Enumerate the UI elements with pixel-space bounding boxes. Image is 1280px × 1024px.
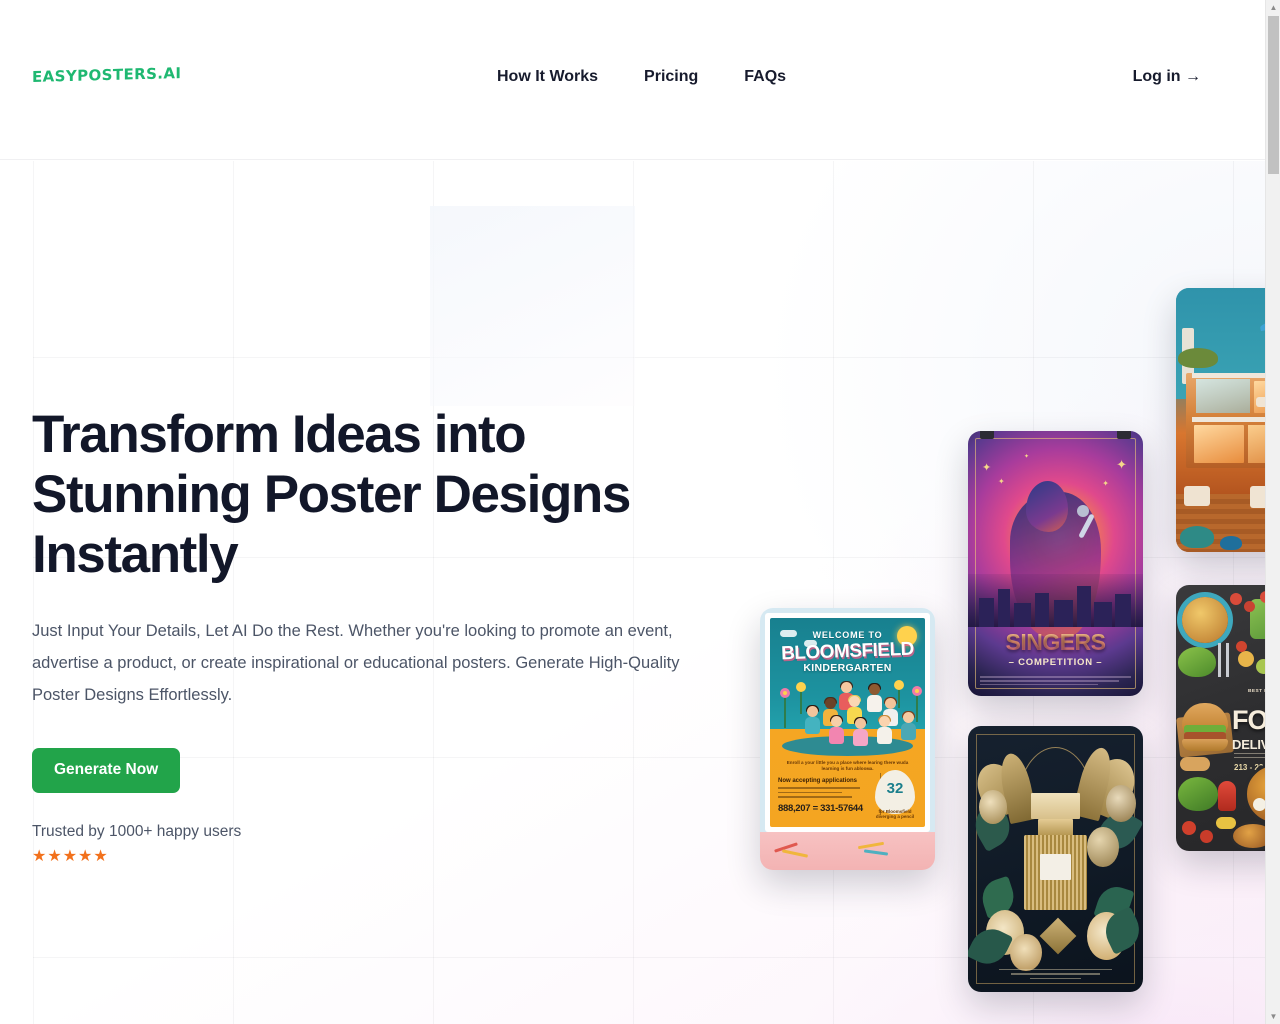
rating-stars: ★★★★★ <box>32 848 109 865</box>
star-icon: ✦ <box>1102 479 1109 488</box>
site-logo[interactable]: EASYPOSTERS.AI <box>32 64 181 86</box>
site-header: EASYPOSTERS.AI How It Works Pricing FAQs… <box>0 0 1265 160</box>
clip-icon <box>980 431 994 439</box>
kindergarten-phone: 888,207 = 331-57644 <box>778 803 863 814</box>
star-icon: ✦ <box>1116 457 1127 472</box>
luxury-property-poster[interactable]: LUXURY PRO <box>1176 288 1265 552</box>
page-title: Transform Ideas into Stunning Poster Des… <box>32 405 631 584</box>
nav-item-how-it-works[interactable]: How It Works <box>497 68 598 86</box>
kindergarten-badge-caption: for Bloomsfield diverging a pencil <box>875 809 915 819</box>
clip-icon <box>1117 431 1131 439</box>
kindergarten-children-illustration <box>778 678 922 753</box>
vertical-scrollbar[interactable]: ▲ ▼ <box>1265 0 1280 1024</box>
knife-icon <box>1226 643 1229 677</box>
kindergarten-badge: 32 <box>875 770 915 814</box>
perfume-fineprint <box>988 968 1123 982</box>
page-viewport: EASYPOSTERS.AI How It Works Pricing FAQs… <box>0 0 1265 1024</box>
paella-pan <box>1244 763 1265 825</box>
poster-artwork <box>968 726 1143 992</box>
ornament-sphere <box>1087 827 1119 867</box>
outdoor-sofa <box>1250 486 1265 508</box>
perfume-bottle-label <box>1039 853 1072 881</box>
login-link[interactable]: Log in → <box>1133 68 1201 86</box>
hero-content: Transform Ideas into Stunning Poster Des… <box>32 405 722 866</box>
singers-title: SINGERS <box>968 629 1143 656</box>
trust-text: Trusted by 1000+ happy users <box>32 823 242 840</box>
star-icon: ✦ <box>998 477 1005 486</box>
city-skyline <box>968 574 1143 628</box>
egg <box>1253 798 1265 811</box>
page-root: EASYPOSTERS.AI How It Works Pricing FAQs… <box>0 0 1280 1024</box>
background-glow-patch <box>430 206 635 406</box>
kindergarten-board: WELCOME TO BLOOMSFIELD KINDERGARTEN Enro… <box>765 613 930 832</box>
scroll-up-icon[interactable]: ▲ <box>1266 0 1280 15</box>
sauce-bowl <box>1238 651 1254 667</box>
burger-bun-bottom <box>1182 739 1228 751</box>
singers-fineprint <box>980 676 1131 688</box>
star-icon: ✦ <box>982 462 992 474</box>
kindergarten-desk <box>760 832 935 870</box>
tomato <box>1236 641 1247 652</box>
nav-item-faqs[interactable]: FAQs <box>744 68 786 86</box>
outdoor-chair <box>1184 486 1210 506</box>
food-title: FOO <box>1232 705 1265 735</box>
kindergarten-subtitle: KINDERGARTEN <box>803 662 892 674</box>
soup-bowl <box>1182 597 1228 643</box>
sauce-bowl <box>1256 659 1265 674</box>
generate-now-button[interactable]: Generate Now <box>32 748 181 793</box>
poster-artwork: WELCOME TO BLOOMSFIELD KINDERGARTEN Enro… <box>760 608 935 870</box>
ornament-sphere <box>978 789 1007 825</box>
microphone-head-icon <box>1076 505 1089 518</box>
food-kicker: BEST PR FRE TO <box>1248 689 1265 694</box>
poster-artwork: ✦ ✦ ✦ ✦ ✦ SINGERS – COMPETITION – <box>968 431 1143 696</box>
tomato <box>1200 830 1213 843</box>
fork-icon <box>1218 643 1221 677</box>
food-subtitle: DELIV <box>1232 737 1265 752</box>
luxury-perfume-poster[interactable] <box>968 726 1143 992</box>
modern-house <box>1186 373 1265 468</box>
tomato <box>1244 601 1255 612</box>
shrub <box>1178 348 1218 368</box>
kindergarten-sheet: WELCOME TO BLOOMSFIELD KINDERGARTEN Enro… <box>770 618 925 827</box>
scroll-down-icon[interactable]: ▼ <box>1266 1009 1280 1024</box>
kindergarten-fineprint <box>778 787 878 801</box>
kindergarten-badge-number: 32 <box>886 780 904 797</box>
vegetables <box>1178 777 1218 811</box>
tomato <box>1230 593 1242 605</box>
kindergarten-accepting-text: Now accepting applications <box>778 778 858 784</box>
perfume-label-card <box>1031 792 1080 820</box>
nav-item-pricing[interactable]: Pricing <box>644 68 698 86</box>
ketchup-bottle <box>1218 781 1236 811</box>
plant <box>1180 526 1214 548</box>
lettuce <box>1178 647 1216 677</box>
flower-bloom <box>1010 933 1042 971</box>
singer-head <box>1025 481 1068 532</box>
star-icon: ✦ <box>1024 454 1030 460</box>
kindergarten-poster[interactable]: WELCOME TO BLOOMSFIELD KINDERGARTEN Enro… <box>760 608 935 870</box>
singers-competition-poster[interactable]: ✦ ✦ ✦ ✦ ✦ SINGERS – COMPETITION – <box>968 431 1143 696</box>
tomato <box>1182 821 1196 835</box>
food-delivery-poster[interactable]: BEST PR FRE TO FOO DELIV 213 - 23-4 <box>1176 585 1265 851</box>
ornament-sphere <box>1106 784 1136 822</box>
singers-subtitle: – COMPETITION – <box>1008 657 1103 668</box>
poster-artwork: BEST PR FRE TO FOO DELIV 213 - 23-4 <box>1176 585 1265 851</box>
bread-roll <box>1180 757 1210 771</box>
primary-nav: How It Works Pricing FAQs <box>497 68 786 86</box>
poster-artwork: LUXURY PRO <box>1176 288 1265 552</box>
hero-subtitle: Just Input Your Details, Let AI Do the R… <box>32 622 680 704</box>
plant <box>1220 536 1242 550</box>
skillet <box>1230 821 1265 851</box>
scrollbar-thumb[interactable] <box>1268 16 1279 174</box>
food-fineprint <box>1234 753 1265 760</box>
